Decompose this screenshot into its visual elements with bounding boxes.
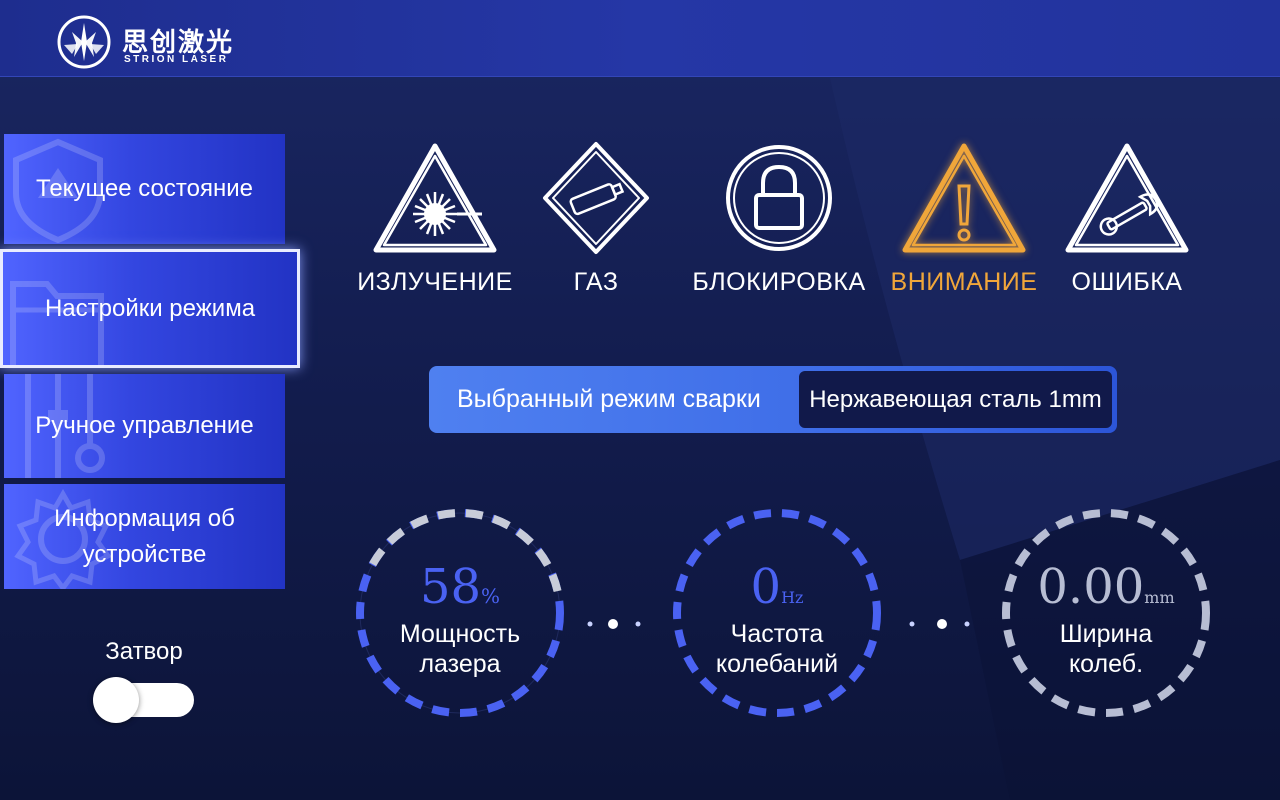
- gas-cylinder-icon: [543, 142, 649, 254]
- status-label: БЛОКИРОВКА: [692, 268, 866, 296]
- sidebar-item-manual-control[interactable]: Ручное управление: [4, 374, 285, 478]
- sidebar-item-device-info[interactable]: Информация об устройстве: [4, 484, 285, 589]
- gauge-caption: Ширина колеб.: [1059, 620, 1153, 678]
- connector-dots: [587, 619, 641, 629]
- welding-mode-bar: Выбранный режим сварки Нержавеющая сталь…: [429, 366, 1117, 433]
- gauge-laser-power: 58% Мощность лазера: [354, 507, 566, 719]
- app-header: 思创激光 STRION LASER: [0, 0, 1280, 77]
- sidebar-item-current-state[interactable]: Текущее состояние: [4, 134, 285, 244]
- gauge-oscillation-frequency: 0Hz Частота колебаний: [671, 507, 883, 719]
- sidebar-item-mode-settings[interactable]: Настройки режима: [0, 249, 300, 368]
- exclamation-warning-icon: [902, 143, 1026, 253]
- wrench-warning-icon: [1065, 143, 1189, 253]
- strion-logo-icon: [57, 15, 111, 69]
- gauge-value: 0Hz: [750, 559, 804, 615]
- sidebar-item-label: Информация об устройстве: [54, 504, 235, 568]
- gauge-oscillation-width: 0.00mm Ширина колеб.: [1000, 507, 1212, 719]
- brand-name-en: STRION LASER: [124, 54, 229, 65]
- status-gas: ГАЗ: [506, 140, 686, 297]
- gauge-value: 58%: [419, 559, 501, 615]
- sidebar-item-label: Текущее состояние: [36, 175, 253, 202]
- status-emission: ИЗЛУЧЕНИЕ: [345, 140, 525, 297]
- status-label: ВНИМАНИЕ: [890, 268, 1038, 296]
- gauge-value: 0.00mm: [1037, 559, 1175, 615]
- welding-mode-selector[interactable]: Нержавеющая сталь 1mm: [799, 371, 1112, 428]
- shutter-toggle[interactable]: [93, 677, 194, 723]
- status-warning: ВНИМАНИЕ: [874, 140, 1054, 297]
- status-label: ГАЗ: [573, 268, 619, 296]
- status-label: ОШИБКА: [1071, 268, 1183, 296]
- welding-mode-label: Выбранный режим сварки: [457, 385, 761, 413]
- status-label: ИЗЛУЧЕНИЕ: [357, 268, 513, 296]
- gauge-caption: Частота колебаний: [715, 620, 839, 678]
- lock-icon: [726, 145, 832, 251]
- toggle-knob[interactable]: [93, 677, 139, 723]
- laser-warning-icon: [373, 143, 497, 253]
- status-error: ОШИБКА: [1037, 140, 1217, 297]
- brand-logo: 思创激光 STRION LASER: [56, 14, 256, 69]
- sidebar-item-label: Ручное управление: [35, 412, 254, 439]
- connector-dots: [909, 619, 970, 629]
- sidebar-item-label: Настройки режима: [44, 294, 256, 322]
- status-interlock: БЛОКИРОВКА: [689, 140, 869, 297]
- gauge-caption: Мощность лазера: [399, 620, 521, 678]
- shutter-label: Затвор: [105, 638, 183, 665]
